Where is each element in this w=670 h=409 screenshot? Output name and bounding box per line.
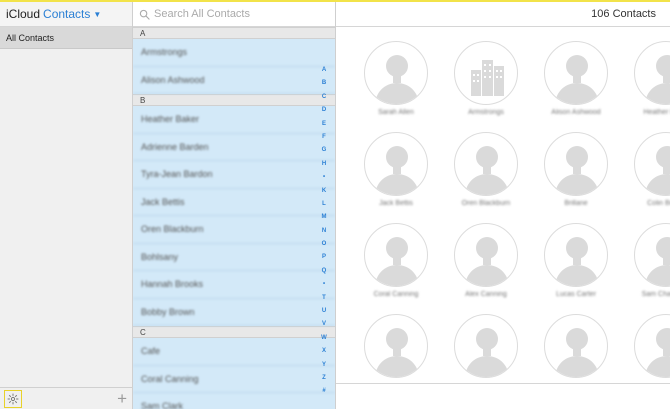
person-icon [634, 41, 670, 105]
person-icon [544, 132, 608, 196]
index-letter[interactable]: P [318, 251, 330, 264]
count-bar: 106 Contacts [336, 2, 670, 27]
contact-card[interactable]: Alex Canning [426, 209, 518, 299]
contact-card[interactable]: Armstrongs [426, 27, 518, 117]
contact-row[interactable]: Coral Canning [133, 366, 335, 393]
index-letter[interactable]: V [318, 318, 330, 331]
contact-row[interactable]: Heather Baker [133, 106, 335, 134]
index-letter[interactable]: K [318, 185, 330, 198]
gear-icon[interactable] [4, 390, 22, 408]
person-icon [364, 223, 428, 287]
index-letter[interactable]: X [318, 345, 330, 358]
person-icon [634, 223, 670, 287]
person-icon [364, 314, 428, 378]
contact-card[interactable]: Oren Blackburn [426, 118, 518, 208]
person-icon [634, 132, 670, 196]
contact-card[interactable] [426, 300, 518, 383]
index-letter[interactable]: Z [318, 372, 330, 385]
index-letter[interactable]: T [318, 292, 330, 305]
search-icon [139, 9, 150, 20]
contact-row[interactable]: Sam Clark [133, 393, 335, 409]
person-icon [544, 41, 608, 105]
contact-card[interactable]: Heather Baker [606, 27, 670, 117]
app-name[interactable]: Contacts [43, 7, 90, 21]
person-icon [454, 223, 518, 287]
person-icon [364, 41, 428, 105]
contact-card[interactable] [516, 300, 608, 383]
groups-sidebar: iCloud Contacts ▼ All Contacts + [0, 2, 133, 409]
index-letter[interactable]: B [318, 77, 330, 90]
contact-row[interactable]: Bobby Brown [133, 299, 335, 326]
contact-card-name: Heather Baker [643, 109, 670, 116]
alphabet-index[interactable]: A B C D E F G H • K L M N O P Q • T U V W X Y Z # [318, 64, 330, 399]
index-letter[interactable]: O [318, 238, 330, 251]
icloud-label: iCloud [6, 7, 41, 21]
section-c: C Cafe Coral Canning Sam Clark [133, 326, 335, 409]
contact-count: 106 Contacts [591, 8, 656, 20]
person-icon [364, 132, 428, 196]
contact-row[interactable]: Alison Ashwood [133, 67, 335, 94]
contact-row[interactable]: Oren Blackburn [133, 216, 335, 244]
search-input[interactable] [154, 8, 324, 20]
section-b: B Heather Baker Adrienne Barden Tyra-Jea… [133, 94, 335, 326]
contact-list: A Armstrongs Alison Ashwood B Heather Ba… [133, 2, 336, 409]
index-letter[interactable]: W [318, 332, 330, 345]
index-letter[interactable]: • [318, 171, 330, 184]
contact-card[interactable] [336, 300, 428, 383]
contact-card[interactable]: Coral Canning [336, 209, 428, 299]
chevron-down-icon[interactable]: ▼ [93, 10, 101, 19]
contact-card[interactable]: Sarah Allen [336, 27, 428, 117]
index-letter[interactable]: C [318, 91, 330, 104]
contact-card[interactable]: Jack Bettis [336, 118, 428, 208]
person-icon [634, 314, 670, 378]
app-switcher[interactable]: iCloud Contacts ▼ [0, 2, 132, 27]
contact-card[interactable]: Alison Ashwood [516, 27, 608, 117]
contact-row[interactable]: Hannah Brooks [133, 271, 335, 299]
index-letter[interactable]: N [318, 225, 330, 238]
person-icon [544, 314, 608, 378]
index-letter[interactable]: Q [318, 265, 330, 278]
person-icon [454, 132, 518, 196]
contact-card[interactable]: Sam Chambers [606, 209, 670, 299]
person-icon [454, 314, 518, 378]
app-window: iCloud Contacts ▼ All Contacts + A [0, 0, 670, 409]
contact-row[interactable]: Jack Bettis [133, 189, 335, 216]
contact-card[interactable]: Lucas Carter [516, 209, 608, 299]
contacts-grid-pane: 106 Contacts Sarah Allen Armstrongs Alison… [336, 2, 670, 409]
index-letter[interactable]: E [318, 118, 330, 131]
section-header: C [133, 326, 335, 338]
index-letter[interactable]: L [318, 198, 330, 211]
index-letter[interactable]: F [318, 131, 330, 144]
building-icon [454, 41, 518, 105]
contact-row[interactable]: Cafe [133, 338, 335, 366]
search-bar [133, 2, 335, 27]
index-letter[interactable]: U [318, 305, 330, 318]
index-letter[interactable]: M [318, 211, 330, 224]
add-group-plus-icon[interactable]: + [117, 388, 127, 409]
section-header: B [133, 94, 335, 106]
section-header: A [133, 27, 335, 39]
section-a: A Armstrongs Alison Ashwood [133, 27, 335, 94]
contact-card[interactable]: Colin Brown [606, 118, 670, 208]
contact-card-name: Sam Chambers [641, 291, 670, 298]
contact-card[interactable] [606, 300, 670, 383]
sidebar-footer: + [0, 387, 133, 409]
contact-row[interactable]: Adrienne Barden [133, 134, 335, 161]
index-letter[interactable]: H [318, 158, 330, 171]
contact-row[interactable]: Armstrongs [133, 39, 335, 67]
group-all-contacts[interactable]: All Contacts [0, 27, 132, 49]
contact-row[interactable]: Tyra-Jean Bardon [133, 161, 335, 189]
index-letter[interactable]: A [318, 64, 330, 77]
contact-card[interactable]: Brillane [516, 118, 608, 208]
grid-footer [336, 383, 670, 409]
index-letter[interactable]: D [318, 104, 330, 117]
contacts-grid: Sarah Allen Armstrongs Alison Ashwood Heath… [336, 27, 670, 383]
contact-card-name: Colin Brown [647, 200, 670, 207]
index-letter[interactable]: • [318, 278, 330, 291]
person-icon [544, 223, 608, 287]
contact-row[interactable]: Bohlsany [133, 244, 335, 271]
index-letter[interactable]: G [318, 144, 330, 157]
index-letter[interactable]: # [318, 385, 330, 398]
index-letter[interactable]: Y [318, 359, 330, 372]
